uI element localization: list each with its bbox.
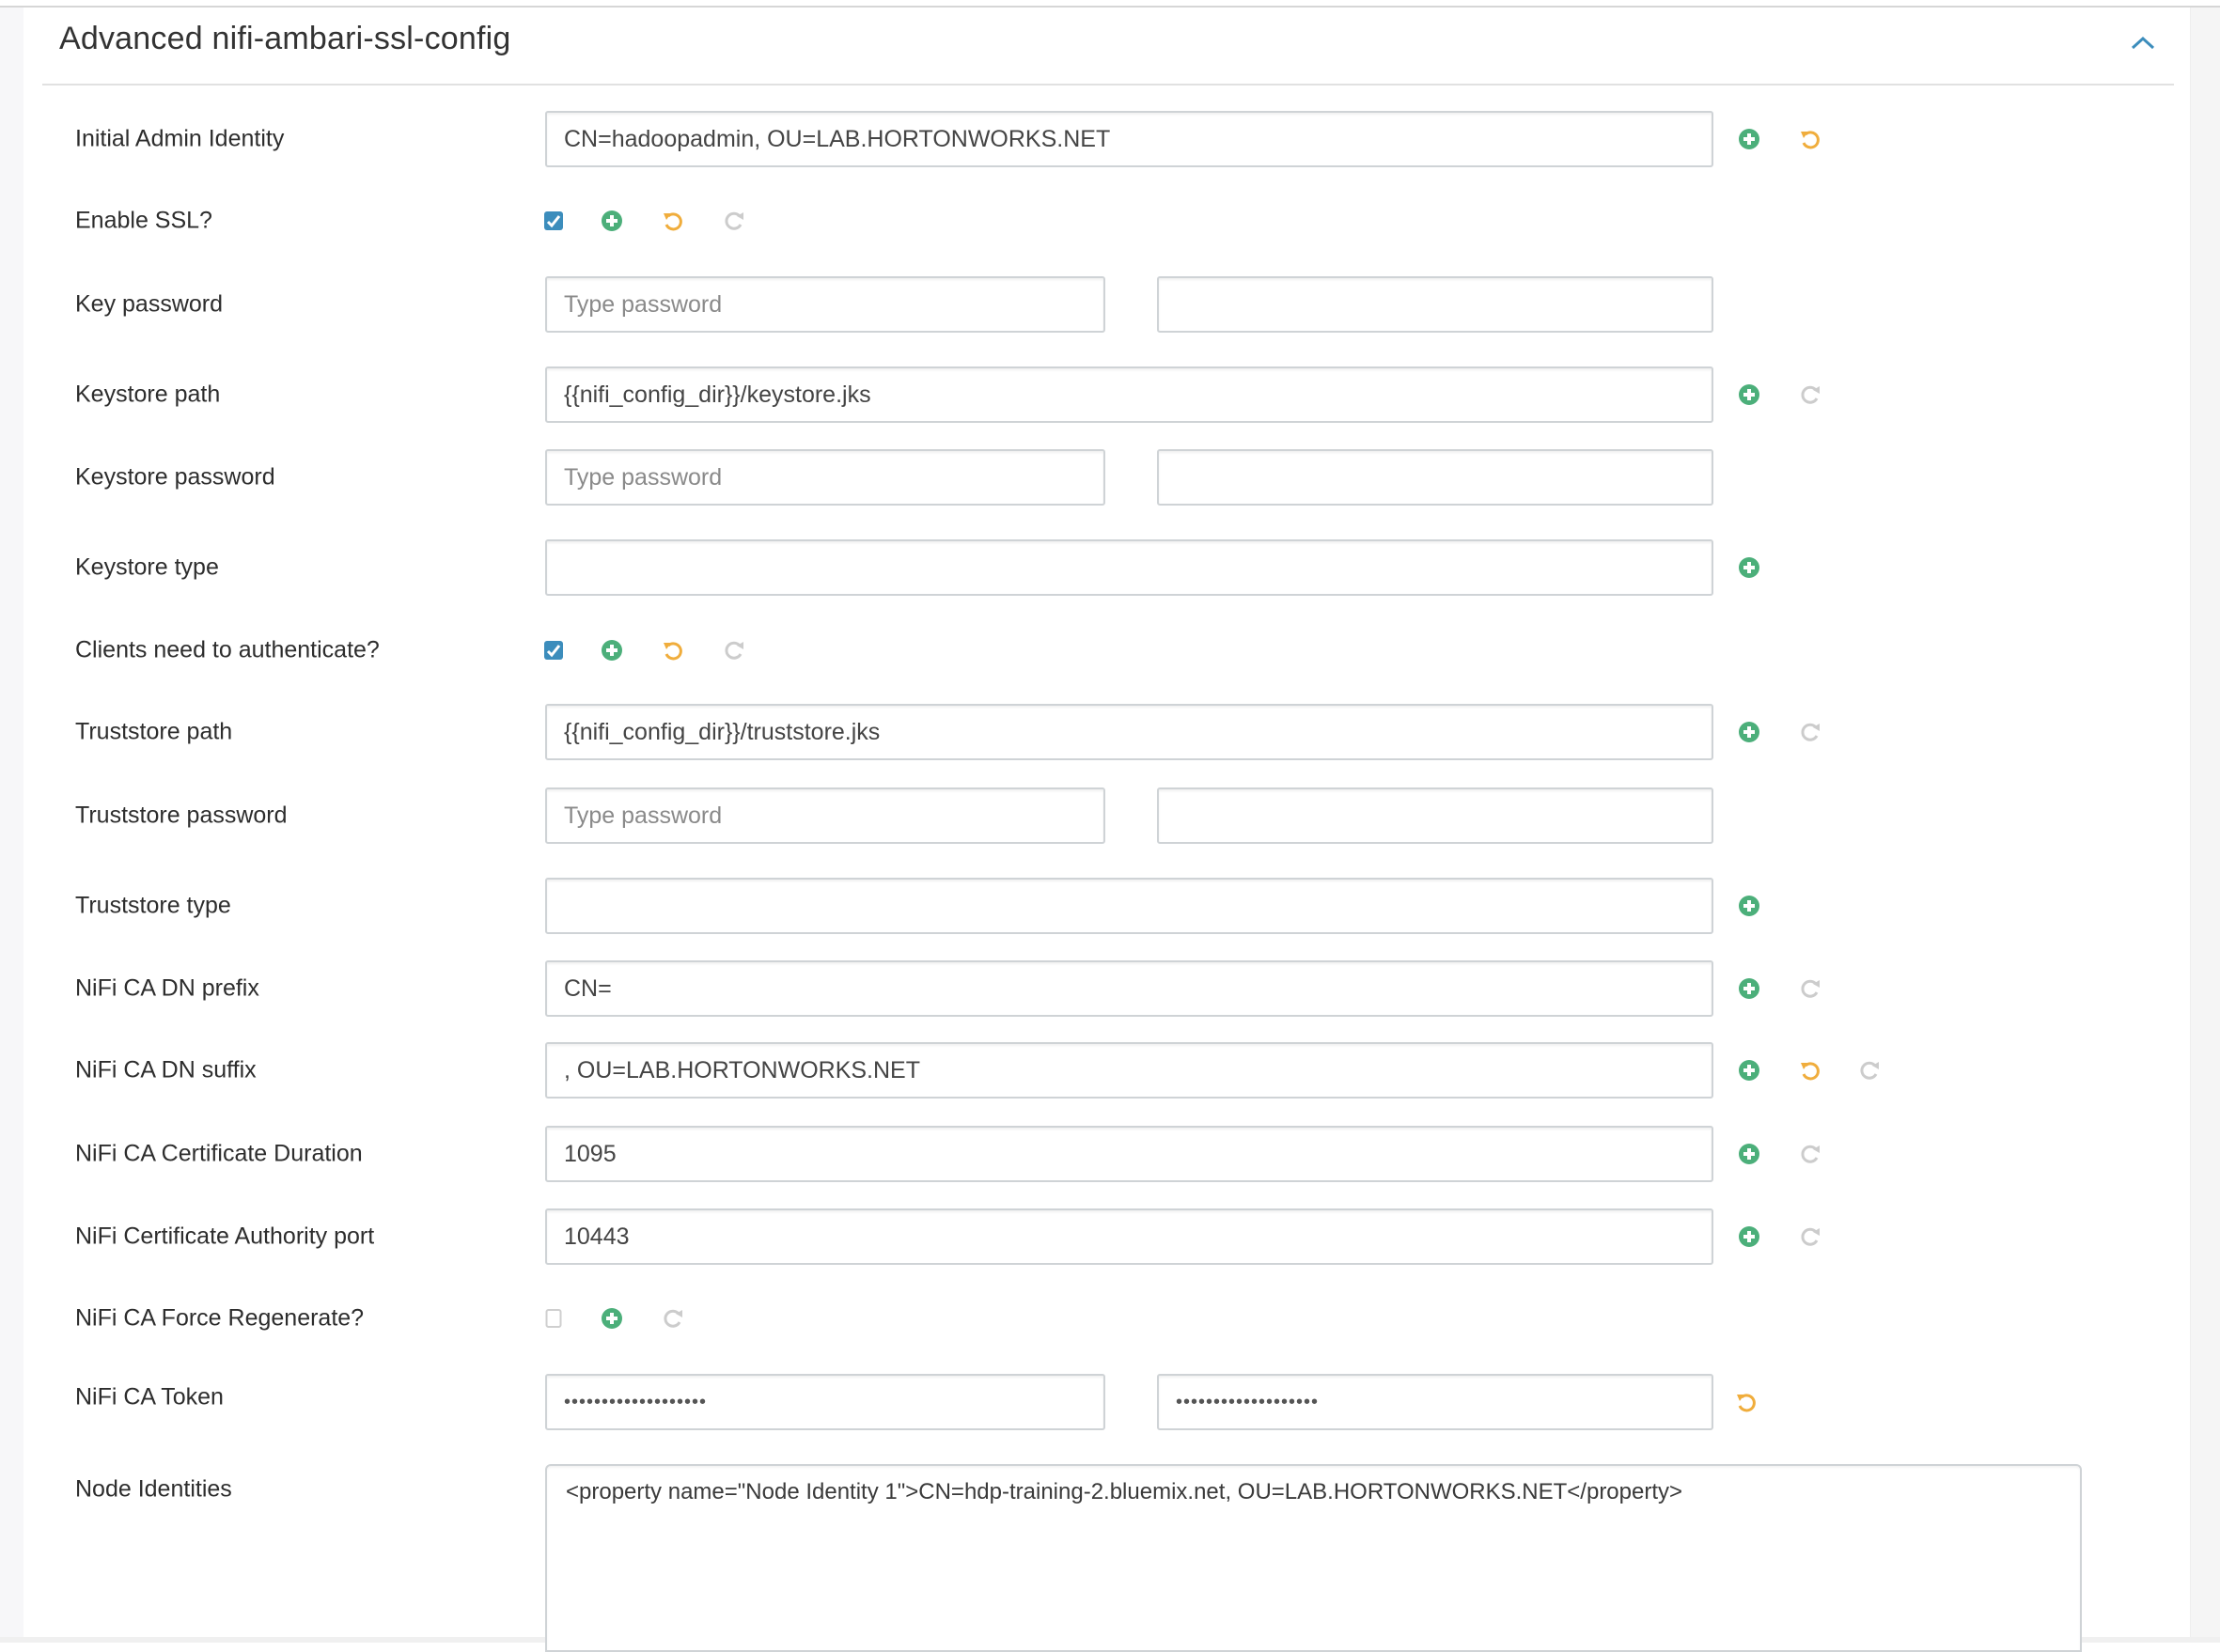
right-gutter <box>2190 8 2220 1643</box>
redo-icon[interactable] <box>1798 976 1822 1001</box>
left-gutter <box>0 8 23 1643</box>
ca-port-input[interactable] <box>545 1208 1713 1265</box>
enable-ssl-checkbox[interactable] <box>544 211 563 230</box>
redo-icon[interactable] <box>1798 1142 1822 1166</box>
plus-circle-icon[interactable] <box>600 209 624 233</box>
chevron-up-icon <box>2131 36 2155 50</box>
plus-circle-icon[interactable] <box>1737 382 1761 407</box>
truststore-type-label: Truststore type <box>75 892 231 919</box>
redo-icon[interactable] <box>661 1306 685 1331</box>
ca-force-regenerate-checkbox[interactable] <box>545 1309 562 1328</box>
undo-icon[interactable] <box>1798 127 1822 151</box>
undo-icon[interactable] <box>1734 1390 1759 1414</box>
truststore-type-input[interactable] <box>545 878 1713 934</box>
plus-circle-icon[interactable] <box>1737 555 1761 580</box>
ca-port-label: NiFi Certificate Authority port <box>75 1223 375 1250</box>
ca-dn-suffix-input[interactable] <box>545 1042 1713 1099</box>
enable-ssl-label: Enable SSL? <box>75 207 212 234</box>
keystore-password-confirm-input[interactable] <box>1157 449 1713 506</box>
keystore-password-label: Keystore password <box>75 463 275 491</box>
plus-circle-icon[interactable] <box>1737 720 1761 744</box>
ca-cert-duration-input[interactable] <box>545 1126 1713 1182</box>
node-identities-label: Node Identities <box>75 1475 232 1503</box>
plus-circle-icon[interactable] <box>1737 1224 1761 1249</box>
redo-icon[interactable] <box>1857 1058 1882 1083</box>
clients-need-auth-checkbox[interactable] <box>544 641 563 660</box>
key-password-label: Key password <box>75 290 224 318</box>
clients-need-auth-label: Clients need to authenticate? <box>75 636 380 663</box>
truststore-path-input[interactable] <box>545 704 1713 760</box>
ca-cert-duration-label: NiFi CA Certificate Duration <box>75 1140 363 1167</box>
keystore-type-input[interactable] <box>545 539 1713 596</box>
redo-icon[interactable] <box>722 209 746 233</box>
ca-token-input[interactable] <box>545 1374 1105 1430</box>
keystore-path-input[interactable] <box>545 366 1713 423</box>
truststore-path-label: Truststore path <box>75 718 233 745</box>
plus-circle-icon[interactable] <box>1737 1142 1761 1166</box>
initial-admin-identity-input[interactable] <box>545 111 1713 167</box>
top-border <box>0 6 2220 8</box>
key-password-input[interactable] <box>545 276 1105 333</box>
undo-icon[interactable] <box>661 638 685 662</box>
undo-icon[interactable] <box>661 209 685 233</box>
keystore-password-input[interactable] <box>545 449 1105 506</box>
panel-title: Advanced nifi-ambari-ssl-config <box>59 21 511 56</box>
plus-circle-icon[interactable] <box>1737 127 1761 151</box>
truststore-password-input[interactable] <box>545 787 1105 844</box>
truststore-password-confirm-input[interactable] <box>1157 787 1713 844</box>
keystore-type-label: Keystore type <box>75 553 219 581</box>
redo-icon[interactable] <box>1798 1224 1822 1249</box>
undo-icon[interactable] <box>1798 1058 1822 1083</box>
redo-icon[interactable] <box>1798 720 1822 744</box>
ca-dn-prefix-input[interactable] <box>545 960 1713 1017</box>
plus-circle-icon[interactable] <box>1737 1058 1761 1083</box>
ca-dn-suffix-label: NiFi CA DN suffix <box>75 1056 257 1083</box>
plus-circle-icon[interactable] <box>1737 894 1761 918</box>
keystore-path-label: Keystore path <box>75 381 221 408</box>
collapse-button[interactable] <box>2128 28 2158 58</box>
checkmark-icon <box>546 645 561 658</box>
initial-admin-identity-label: Initial Admin Identity <box>75 125 285 152</box>
header-divider <box>42 84 2174 86</box>
ca-dn-prefix-label: NiFi CA DN prefix <box>75 974 259 1002</box>
plus-circle-icon[interactable] <box>600 638 624 662</box>
ca-force-regenerate-label: NiFi CA Force Regenerate? <box>75 1304 365 1332</box>
truststore-password-label: Truststore password <box>75 802 288 829</box>
checkmark-icon <box>546 215 561 228</box>
redo-icon[interactable] <box>722 638 746 662</box>
key-password-confirm-input[interactable] <box>1157 276 1713 333</box>
ca-token-label: NiFi CA Token <box>75 1383 224 1410</box>
ca-token-confirm-input[interactable] <box>1157 1374 1713 1430</box>
node-identities-textarea[interactable]: <property name="Node Identity 1">CN=hdp-… <box>545 1464 2082 1652</box>
plus-circle-icon[interactable] <box>600 1306 624 1331</box>
plus-circle-icon[interactable] <box>1737 976 1761 1001</box>
redo-icon[interactable] <box>1798 382 1822 407</box>
